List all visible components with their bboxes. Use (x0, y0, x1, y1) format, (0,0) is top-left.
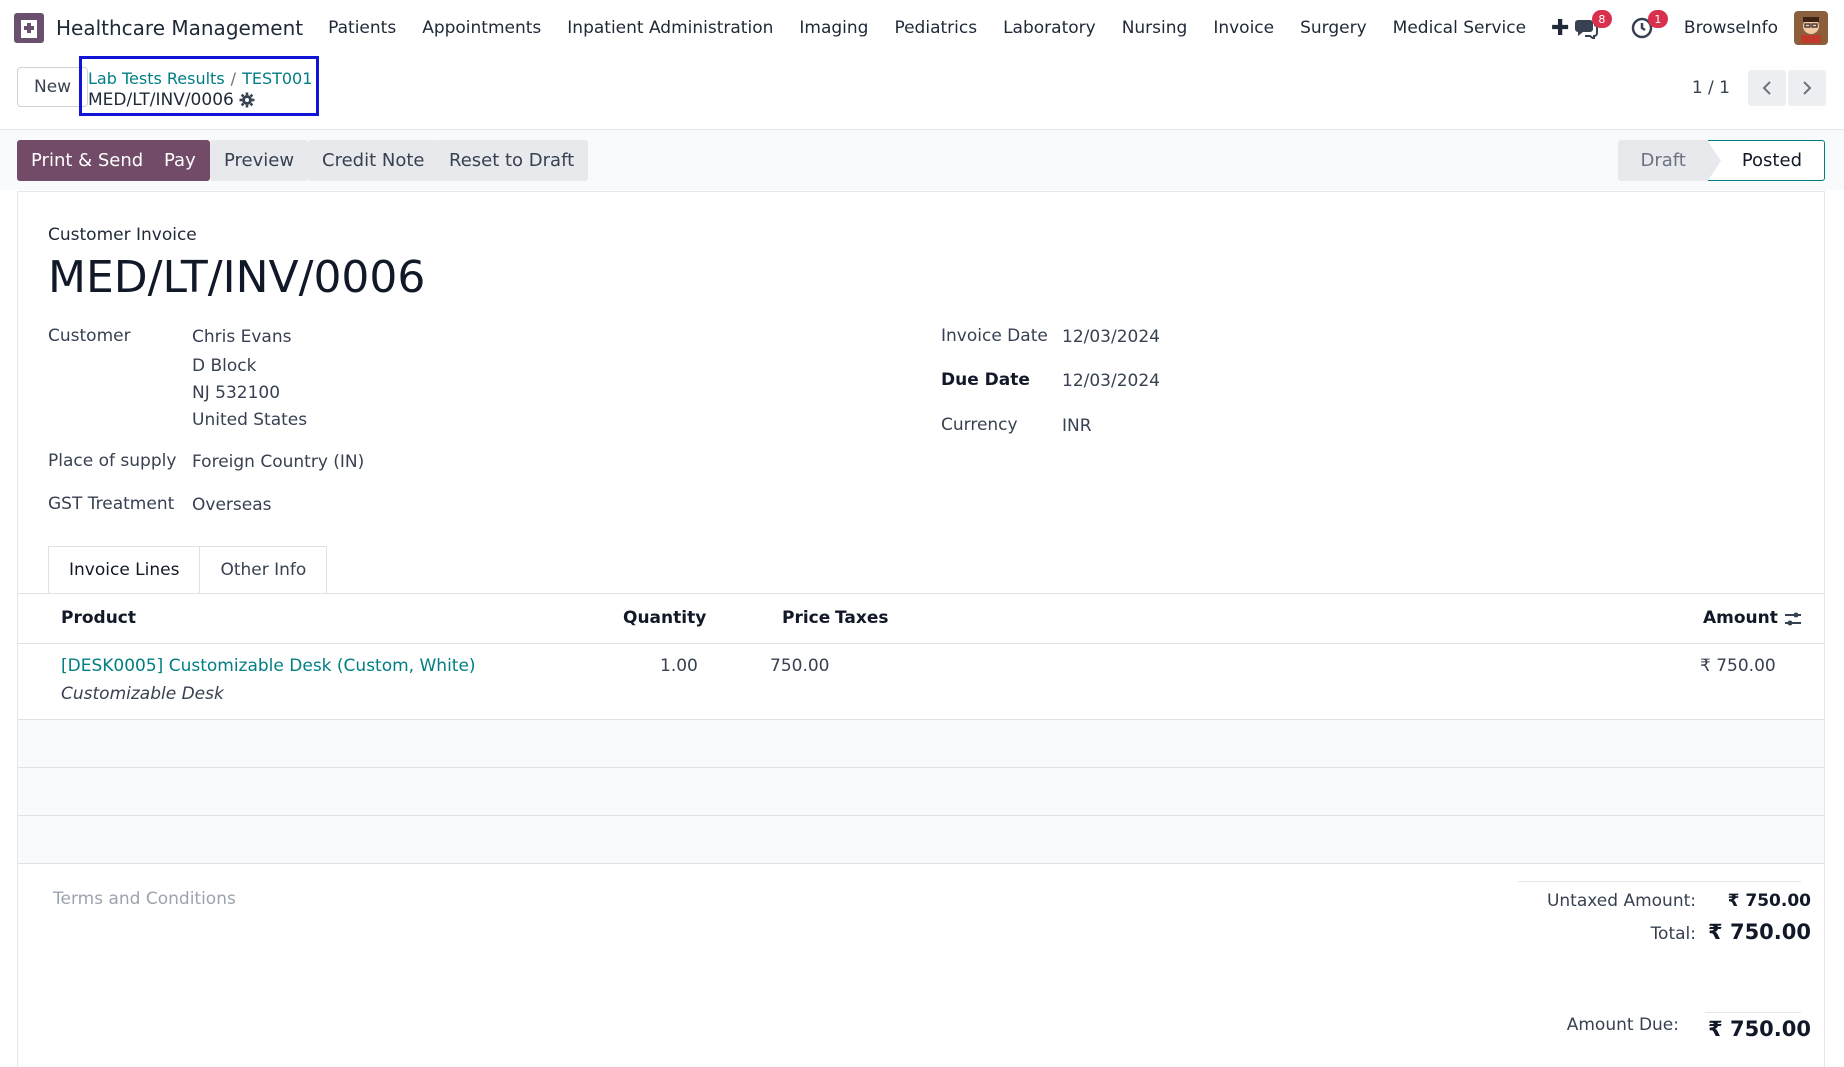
menu-inpatient-administration[interactable]: Inpatient Administration (554, 18, 786, 38)
top-navbar: Healthcare Management Patients Appointme… (0, 0, 1844, 56)
invoice-sheet: Customer Invoice MED/LT/INV/0006 Custome… (17, 191, 1825, 1067)
total-label: Total: (1650, 924, 1696, 944)
line-amount: ₹ 750.00 (1700, 656, 1776, 676)
print-send-button[interactable]: Print & Send (17, 140, 158, 181)
untaxed-amount-value: ₹ 750.00 (1727, 891, 1811, 911)
menu-medical-service[interactable]: Medical Service (1380, 18, 1539, 38)
menu-appointments[interactable]: Appointments (409, 18, 554, 38)
amount-due-label: Amount Due: (1566, 1015, 1679, 1035)
amount-due-value: ₹ 750.00 (1708, 1017, 1811, 1041)
currency-link[interactable]: INR (1062, 416, 1092, 436)
pager-value[interactable]: 1 / 1 (1692, 78, 1730, 98)
place-of-supply-value[interactable]: Foreign Country (IN) (192, 452, 364, 472)
menu-pediatrics[interactable]: Pediatrics (881, 18, 990, 38)
record-name: MED/LT/INV/0006 (88, 90, 234, 110)
reset-to-draft-button[interactable]: Reset to Draft (435, 140, 589, 181)
gst-treatment-label: GST Treatment (48, 494, 175, 514)
menu-laboratory[interactable]: Laboratory (990, 18, 1109, 38)
messages-button[interactable]: 8 (1572, 10, 1612, 42)
document-type: Customer Invoice (48, 225, 197, 245)
column-taxes[interactable]: Taxes (835, 608, 889, 628)
status-bar: Draft Posted (1618, 140, 1825, 182)
tab-other-info[interactable]: Other Info (200, 546, 328, 594)
control-panel: New Lab Tests Results / TEST001 MED/LT/INV… (0, 56, 1844, 130)
table-header: Product Quantity Price Taxes Amount (18, 594, 1824, 644)
breadcrumb-lab-tests-results[interactable]: Lab Tests Results (88, 69, 225, 88)
customer-address-line: NJ 532100 (192, 383, 281, 403)
menu-surgery[interactable]: Surgery (1287, 18, 1380, 38)
pay-button[interactable]: Pay (150, 140, 210, 181)
pager-previous-button[interactable] (1748, 70, 1786, 106)
gst-treatment-value[interactable]: Overseas (192, 495, 271, 515)
company-switcher[interactable]: BrowseInfo (1684, 18, 1778, 38)
gear-icon[interactable] (239, 92, 255, 108)
due-date-label: Due Date (941, 370, 1030, 390)
due-date-value[interactable]: 12/03/2024 (1062, 371, 1160, 391)
untaxed-amount-label: Untaxed Amount: (1546, 891, 1696, 911)
main-menu: Patients Appointments Inpatient Administ… (315, 18, 1539, 38)
systray: 8 1 BrowseInfo (1572, 0, 1844, 56)
plus-icon[interactable]: ✚ (1551, 16, 1569, 41)
new-button[interactable]: New (17, 67, 89, 107)
column-quantity[interactable]: Quantity (623, 608, 706, 628)
action-bar: Print & Send Pay Preview Credit Note Res… (0, 130, 1844, 190)
menu-patients[interactable]: Patients (315, 18, 409, 38)
chevron-left-icon (1762, 81, 1771, 95)
column-price[interactable]: Price (782, 608, 830, 628)
invoice-lines-table: Product Quantity Price Taxes Amount [DES… (18, 593, 1824, 864)
column-settings-icon[interactable] (1784, 610, 1802, 628)
app-title[interactable]: Healthcare Management (56, 16, 303, 40)
messages-badge: 8 (1591, 10, 1612, 28)
column-product[interactable]: Product (61, 608, 136, 628)
total-value: ₹ 750.00 (1708, 920, 1811, 944)
customer-label: Customer (48, 326, 131, 346)
notebook-tabs: Invoice Lines Other Info (48, 546, 328, 594)
status-posted[interactable]: Posted (1706, 140, 1825, 182)
invoice-number: MED/LT/INV/0006 (48, 252, 426, 303)
customer-address-line: United States (192, 410, 308, 430)
customer-name-link[interactable]: Chris Evans (192, 327, 291, 347)
line-price[interactable]: 750.00 (770, 656, 829, 676)
tab-invoice-lines[interactable]: Invoice Lines (48, 546, 201, 594)
menu-nursing[interactable]: Nursing (1109, 18, 1201, 38)
activities-button[interactable]: 1 (1628, 10, 1668, 42)
menu-invoice[interactable]: Invoice (1200, 18, 1287, 38)
activities-badge: 1 (1647, 10, 1668, 28)
status-draft[interactable]: Draft (1618, 140, 1708, 181)
table-row[interactable]: [DESK0005] Customizable Desk (Custom, Wh… (18, 644, 1824, 720)
breadcrumb: Lab Tests Results / TEST001 MED/LT/INV/000… (79, 56, 319, 116)
column-amount[interactable]: Amount (1703, 608, 1778, 628)
hospital-icon[interactable] (14, 13, 44, 43)
line-product-link[interactable]: [DESK0005] Customizable Desk (Custom, Wh… (61, 656, 476, 676)
pager-next-button[interactable] (1788, 70, 1826, 106)
invoice-date-label: Invoice Date (941, 326, 1048, 346)
totals-divider (1518, 881, 1801, 882)
amount-due-divider (1705, 1012, 1801, 1013)
menu-imaging[interactable]: Imaging (786, 18, 881, 38)
line-description: Customizable Desk (61, 684, 224, 704)
user-avatar[interactable] (1794, 11, 1828, 45)
breadcrumb-separator: / (230, 69, 237, 88)
currency-label: Currency (941, 415, 1018, 435)
empty-row (18, 816, 1824, 864)
preview-button[interactable]: Preview (210, 140, 309, 181)
customer-address-line: D Block (192, 356, 257, 376)
breadcrumb-test001[interactable]: TEST001 (242, 69, 312, 88)
empty-row (18, 768, 1824, 816)
line-quantity[interactable]: 1.00 (660, 656, 698, 676)
chevron-right-icon (1803, 81, 1812, 95)
credit-note-button[interactable]: Credit Note (308, 140, 439, 181)
empty-row (18, 720, 1824, 768)
invoice-date-value[interactable]: 12/03/2024 (1062, 327, 1160, 347)
place-of-supply-label: Place of supply (48, 451, 177, 471)
pager: 1 / 1 (1692, 70, 1826, 106)
terms-and-conditions-field[interactable]: Terms and Conditions (53, 889, 236, 909)
